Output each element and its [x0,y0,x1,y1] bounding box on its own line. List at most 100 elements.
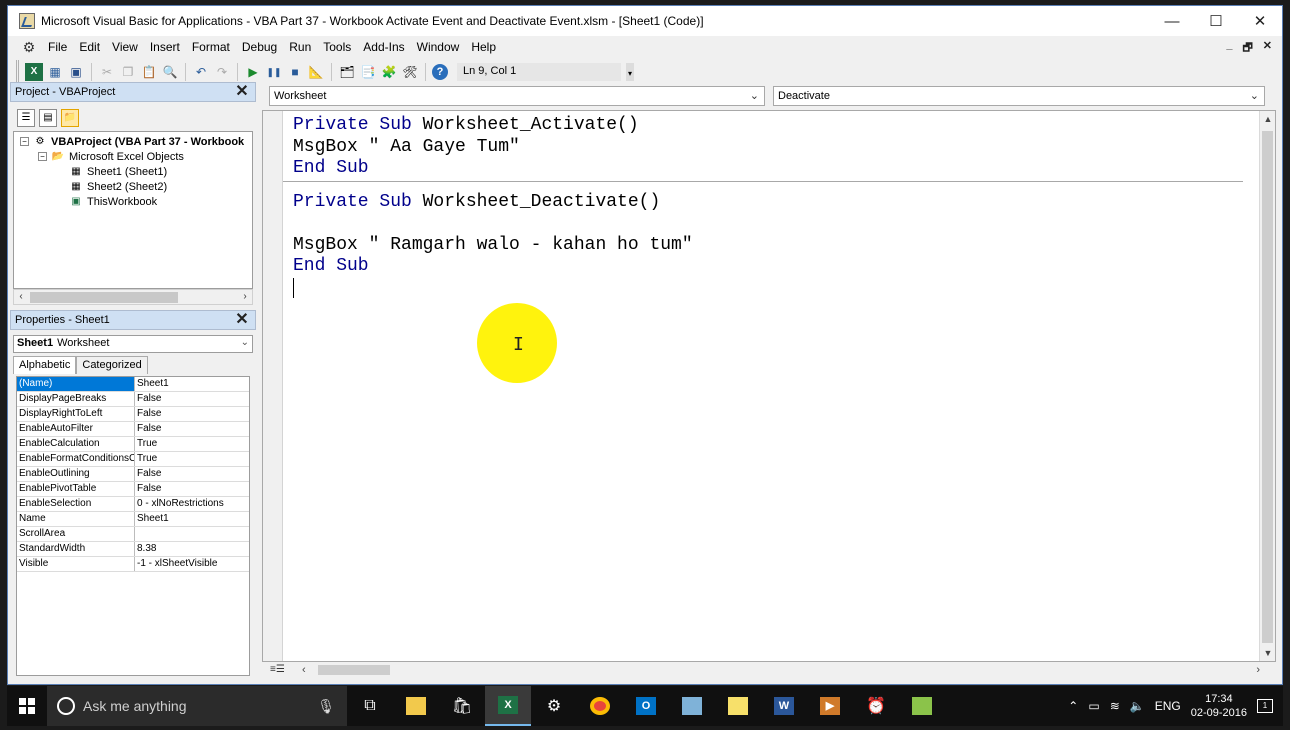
toolbar-options-icon[interactable]: ▾ [626,63,634,81]
scroll-left-icon[interactable]: ‹ [14,290,28,304]
property-row[interactable]: ScrollArea [17,527,249,542]
property-row[interactable]: (Name) Sheet1 [17,377,249,392]
code-line[interactable] [293,213,1253,235]
scroll-left-icon[interactable]: ‹ [302,662,306,678]
scroll-thumb[interactable] [1262,131,1273,643]
tree-node-excel-objects[interactable]: − 📂 Microsoft Excel Objects [14,149,252,164]
menu-edit[interactable]: Edit [73,40,106,54]
microphone-icon[interactable]: 🎙 [317,698,335,715]
run-icon[interactable]: ▶ [244,63,262,81]
language-indicator[interactable]: ENG [1155,699,1181,713]
property-row[interactable]: DisplayRightToLeft False [17,407,249,422]
property-row[interactable]: StandardWidth 8.38 [17,542,249,557]
procedure-select[interactable]: Deactivate ⌄ [773,86,1265,106]
view-object-icon[interactable]: ▤ [39,109,57,127]
menu-add-ins[interactable]: Add-Ins [357,40,410,54]
mdi-close-button[interactable]: ✕ [1263,39,1272,58]
chevron-down-icon[interactable]: ⌄ [1250,89,1259,102]
property-row[interactable]: DisplayPageBreaks False [17,392,249,407]
tree-node-thisworkbook[interactable]: ▣ ThisWorkbook [14,194,252,209]
project-close-button[interactable]: ✕ [233,83,251,101]
notepad-icon[interactable] [669,686,715,726]
scroll-thumb[interactable] [318,665,390,675]
property-row[interactable]: EnableCalculation True [17,437,249,452]
alarm-clock-icon[interactable]: ⏰ [853,686,899,726]
save-icon[interactable]: ▣ [67,63,85,81]
paste-icon[interactable]: 📋 [140,63,158,81]
code-line[interactable]: MsgBox " Ramgarh walo - kahan ho tum" [293,235,1253,257]
volume-icon[interactable]: 🔈 [1130,699,1145,713]
project-horizontal-scrollbar[interactable]: ‹ › [13,289,253,305]
properties-window-icon[interactable]: 📑 [359,63,377,81]
toolbox-icon[interactable]: 🛠 [401,63,419,81]
menu-help[interactable]: Help [465,40,502,54]
chevron-down-icon[interactable]: ⌄ [750,89,759,102]
wifi-icon[interactable]: ≋ [1110,699,1120,713]
reset-icon[interactable]: ■ [286,63,304,81]
menu-view[interactable]: View [106,40,144,54]
object-browser-icon[interactable]: 🧩 [380,63,398,81]
property-row[interactable]: EnablePivotTable False [17,482,249,497]
view-code-icon[interactable]: ☰ [17,109,35,127]
properties-close-button[interactable]: ✕ [233,311,251,329]
cut-icon[interactable]: ✂ [98,63,116,81]
mdi-restore-button[interactable]: 🗗 [1242,39,1252,58]
property-row[interactable]: EnableAutoFilter False [17,422,249,437]
chrome-icon[interactable] [577,686,623,726]
code-line[interactable]: Private Sub Worksheet_Deactivate() [293,192,1253,214]
maximize-button[interactable]: ☐ [1194,6,1238,36]
collapse-icon[interactable]: − [38,152,47,161]
property-row[interactable]: Name Sheet1 [17,512,249,527]
code-horizontal-scrollbar[interactable]: ≡☰ ‹ › [262,662,1262,678]
media-player-icon[interactable]: ▶ [807,686,853,726]
close-button[interactable]: ✕ [1238,6,1282,36]
cortana-search[interactable]: Ask me anything 🎙 [47,686,347,726]
code-line[interactable]: Private Sub Worksheet_Activate() [293,115,1253,137]
procedure-view-icon[interactable]: ≡☰ [270,664,285,675]
menu-file[interactable]: File [42,40,73,54]
store-icon[interactable]: 🛍 [439,686,485,726]
properties-object-select[interactable]: Sheet1 Worksheet ⌄ [13,335,253,353]
mdi-minimize-button[interactable]: _ [1226,39,1232,58]
code-line[interactable] [293,277,1253,300]
scroll-up-icon[interactable]: ▲ [1260,111,1276,127]
tab-alphabetic[interactable]: Alphabetic [13,356,77,374]
design-mode-icon[interactable]: 📐 [307,63,325,81]
break-icon[interactable]: ❚❚ [265,63,283,81]
copy-icon[interactable]: ❐ [119,63,137,81]
code-lines[interactable]: Private Sub Worksheet_Activate() MsgBox … [283,115,1253,300]
menu-tools[interactable]: Tools [317,40,357,54]
help-icon[interactable]: ? [432,64,448,80]
scroll-down-icon[interactable]: ▼ [1260,645,1276,661]
sticky-notes-icon[interactable] [715,686,761,726]
start-button[interactable] [7,686,47,726]
property-row[interactable]: Visible -1 - xlSheetVisible [17,557,249,572]
margin-indicator-bar[interactable] [263,111,283,661]
code-vertical-scrollbar[interactable]: ▲ ▼ [1259,111,1275,661]
battery-icon[interactable]: ▭ [1088,699,1099,713]
vba-system-menu-icon[interactable]: ⚙ [20,39,38,55]
tree-node-sheet2[interactable]: ▦ Sheet2 (Sheet2) [14,179,252,194]
show-hidden-icons-icon[interactable]: ⌃ [1068,699,1078,713]
task-view-icon[interactable]: ⧉ [347,686,393,726]
tree-node-sheet1[interactable]: ▦ Sheet1 (Sheet1) [14,164,252,179]
clock[interactable]: 17:34 02-09-2016 [1191,692,1247,720]
scroll-right-icon[interactable]: › [1256,662,1260,678]
collapse-icon[interactable]: − [20,137,29,146]
notes-app-icon[interactable] [899,686,945,726]
view-excel-icon[interactable]: X [25,63,43,81]
redo-icon[interactable]: ↷ [213,63,231,81]
insert-userform-icon[interactable]: ▦ [46,63,64,81]
excel-taskbar-icon[interactable]: X [485,686,531,726]
file-explorer-icon[interactable] [393,686,439,726]
code-line[interactable]: End Sub [293,158,1253,180]
menu-run[interactable]: Run [283,40,317,54]
property-row[interactable]: EnableFormatConditionsC True [17,452,249,467]
code-editor[interactable]: Private Sub Worksheet_Activate() MsgBox … [262,110,1276,662]
tab-categorized[interactable]: Categorized [76,356,148,374]
code-line[interactable]: End Sub [293,256,1253,278]
word-icon[interactable]: W [761,686,807,726]
minimize-button[interactable]: — [1150,6,1194,36]
undo-icon[interactable]: ↶ [192,63,210,81]
chevron-down-icon[interactable]: ⌄ [241,337,249,348]
